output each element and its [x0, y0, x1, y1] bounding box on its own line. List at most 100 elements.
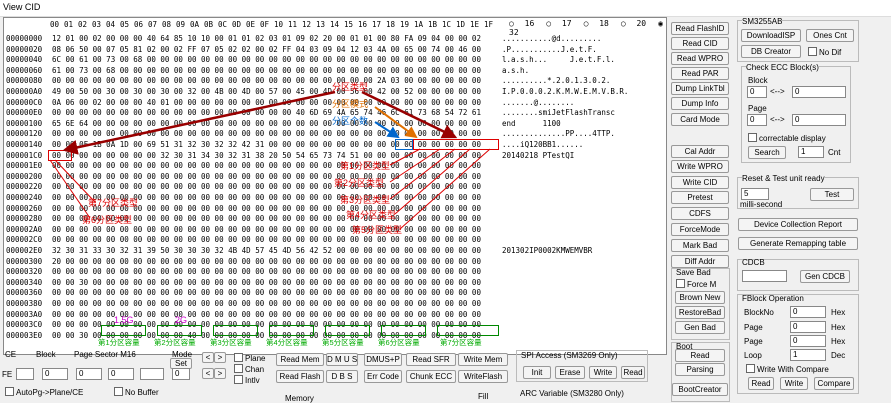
radio-dot-icon: ○: [546, 19, 556, 28]
spi-read-button[interactable]: Read: [621, 366, 645, 379]
hex-col-header: 13: [316, 20, 326, 29]
gen-cdcb-button[interactable]: Gen CDCB: [800, 270, 850, 283]
hex-col-header: 18: [386, 20, 396, 29]
spi-init-button[interactable]: Init: [523, 366, 551, 379]
cmd-button-read-wpro[interactable]: Read WPRO: [671, 52, 729, 65]
dmus-button[interactable]: D M U S: [326, 353, 358, 366]
fblock-title: FBlock Operation: [742, 294, 804, 303]
hex-row-ascii: ..............PP....4TTP.: [502, 129, 615, 139]
cmd-button-read-flashid[interactable]: Read FlashID: [671, 22, 729, 35]
radio-20[interactable]: ○ 20: [621, 19, 652, 28]
fblock-page-input[interactable]: 0: [790, 321, 826, 333]
next-left-button[interactable]: <: [202, 368, 214, 379]
cmd-button-pretest[interactable]: Pretest: [671, 191, 729, 204]
ecc-search-button[interactable]: Search: [748, 146, 786, 159]
download-isp-button[interactable]: DownloadISP: [741, 29, 801, 42]
read-sfr-button[interactable]: Read SFR: [406, 353, 456, 366]
radio-18[interactable]: ○ 18: [584, 19, 615, 28]
hex-row-bytes: 0A 06 00 02 00 00 00 40 01 00 00 00 00 0…: [52, 97, 481, 107]
reset-test-button[interactable]: Test: [810, 188, 854, 201]
cdcb-group: CDCB Gen CDCB: [737, 258, 859, 291]
cmd-button-mark-bad[interactable]: Mark Bad: [671, 239, 729, 252]
hex-row-address: 000003A0: [6, 309, 43, 319]
hex-col-header: 03: [92, 20, 102, 29]
fblock-page2-input[interactable]: 0: [790, 335, 826, 347]
window-title: View CID: [3, 2, 41, 12]
radio-16[interactable]: ○ 16: [509, 19, 540, 28]
hex-col-header: 0A: [190, 20, 200, 29]
generate-remapping-table-button[interactable]: Generate Remapping table: [738, 237, 858, 250]
hex-row-bytes: 00 00 00 00 00 00 00 00 00 00 00 00 00 0…: [52, 235, 481, 245]
read-flash-button[interactable]: Read Flash: [276, 370, 324, 383]
cdcb-input[interactable]: [742, 270, 787, 282]
cmd-button-cdfs[interactable]: CDFS: [671, 207, 729, 220]
chunk-ecc-button[interactable]: Chunk ECC: [406, 370, 456, 383]
force-m-checkbox[interactable]: Force M: [676, 279, 716, 289]
write-mem-button[interactable]: Write Mem: [458, 353, 508, 366]
db-creator-button[interactable]: DB Creator: [741, 45, 801, 58]
hex-row-bytes: 00 00 00 00 00 00 00 00 00 00 00 00 00 0…: [52, 171, 481, 181]
check-ecc-title: Check ECC Block(s): [746, 63, 819, 72]
cmd-button-dump-linktbl[interactable]: Dump LinkTbl: [671, 82, 729, 95]
ecc-page-start-input[interactable]: 0: [747, 114, 767, 126]
block-input[interactable]: 0: [42, 368, 68, 380]
cmd-button-card-mode[interactable]: Card Mode: [671, 113, 729, 126]
ecc-block-end-input[interactable]: 0: [792, 86, 846, 98]
no-buffer-checkbox[interactable]: No Buffer: [114, 387, 159, 397]
mode-input[interactable]: 0: [172, 368, 190, 380]
cmd-button-read-par[interactable]: Read PAR: [671, 67, 729, 80]
cmd-button-dump-info[interactable]: Dump Info: [671, 97, 729, 110]
radio-17[interactable]: ○ 17: [546, 19, 577, 28]
gen-bad-button[interactable]: Gen Bad: [675, 321, 725, 334]
hex-row-ascii: 20140218 PTestQI: [502, 150, 575, 160]
hex-row-bytes: 00 00 00 00 00 00 00 00 00 00 00 00 00 0…: [52, 299, 481, 308]
cmd-button-write-wpro[interactable]: Write WPRO: [671, 160, 729, 173]
no-dif-checkbox[interactable]: No Dif: [808, 47, 841, 57]
ecc-page-end-input[interactable]: 0: [792, 114, 846, 126]
cmd-button-diff-addr[interactable]: Diff Addr: [671, 255, 729, 268]
cmd-button-forcemode[interactable]: ForceMode: [671, 223, 729, 236]
partition-4-capacity-box: [269, 325, 314, 336]
spi-erase-button[interactable]: Erase: [555, 366, 585, 379]
hex-row-address: 00000080: [6, 76, 43, 86]
spi-access-title: SPI Access (SM3269 Only): [521, 351, 618, 360]
reset-ms-input[interactable]: 5: [741, 188, 769, 200]
device-collection-report-button[interactable]: Device Collection Report: [738, 218, 858, 231]
restore-bad-button[interactable]: RestoreBad: [675, 306, 725, 319]
ones-cnt-button[interactable]: Ones Cnt: [806, 29, 854, 42]
hex-col-header: 19: [400, 20, 410, 29]
plane-label: Plane: [245, 354, 266, 363]
auto-pg-checkbox[interactable]: AutoPg->Plane/CE: [5, 387, 83, 397]
brown-new-button[interactable]: Brown New: [675, 291, 725, 304]
plane-checkbox[interactable]: Plane: [234, 353, 265, 363]
dmus-p-button[interactable]: DMUS+P: [364, 353, 402, 366]
next-right-button[interactable]: >: [214, 368, 226, 379]
correctable-checkbox[interactable]: correctable display: [748, 133, 826, 143]
page-input[interactable]: 0: [76, 368, 102, 380]
intlv-checkbox[interactable]: Intlv: [234, 375, 260, 385]
err-code-button[interactable]: Err Code: [364, 370, 402, 383]
prev-left-button[interactable]: <: [202, 352, 214, 363]
chan-checkbox[interactable]: Chan: [234, 364, 264, 374]
label-cap-6: 第6分区容量: [378, 338, 420, 347]
write-flash-button[interactable]: WriteFlash: [458, 370, 508, 383]
hex-row-ascii: I.P.0.0.0.2.K.M.W.E.M.V.B.R.: [502, 87, 629, 96]
hex-col-header: 15: [344, 20, 354, 29]
cmd-button-read-cid[interactable]: Read CID: [671, 37, 729, 50]
fblock-blockno-input[interactable]: 0: [790, 306, 826, 318]
prev-right-button[interactable]: >: [214, 352, 226, 363]
label-partition-type: 分区类型: [332, 82, 369, 92]
ce-input[interactable]: [16, 368, 34, 380]
dbs-button[interactable]: D B S: [326, 370, 358, 383]
cmd-button-write-cid[interactable]: Write CID: [671, 176, 729, 189]
hex-col-header: 1B: [428, 20, 438, 29]
radio-dot-icon: ○: [583, 19, 594, 28]
m16-input[interactable]: [140, 368, 164, 380]
cmd-button-cal-addr[interactable]: Cal Addr: [671, 145, 729, 158]
read-mem-button[interactable]: Read Mem: [276, 353, 324, 366]
hex-row-address: 00000060: [6, 65, 43, 75]
spi-write-button[interactable]: Write: [589, 366, 617, 379]
ecc-block-start-input[interactable]: 0: [747, 86, 767, 98]
ecc-cnt-input[interactable]: 1: [798, 146, 824, 158]
sector-input[interactable]: 0: [108, 368, 134, 380]
